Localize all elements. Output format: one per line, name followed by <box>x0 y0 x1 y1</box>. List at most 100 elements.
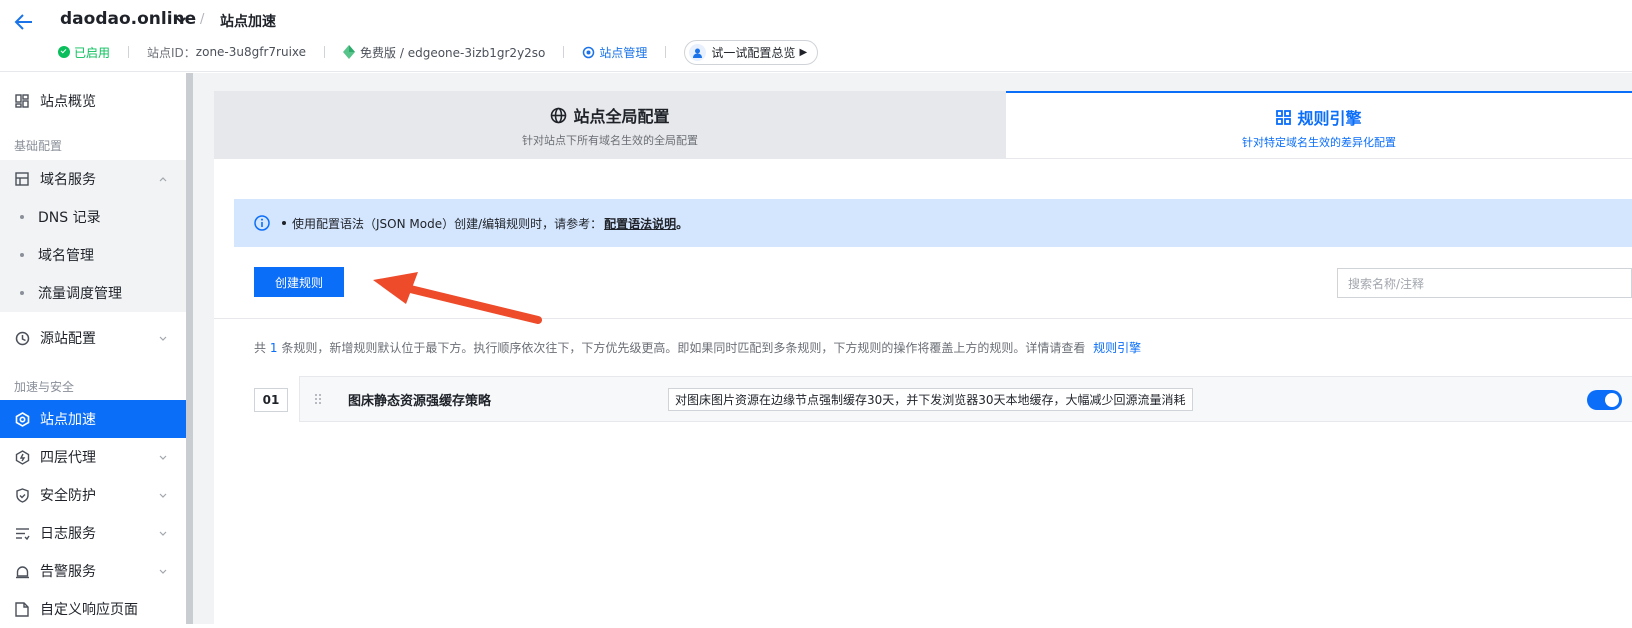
chevron-down-icon <box>159 455 167 460</box>
sidebar-scrollbar[interactable] <box>186 73 193 624</box>
bullet <box>20 215 24 219</box>
sidebar-item-security[interactable]: 安全防护 <box>0 476 188 514</box>
notice-text: 使用配置语法（JSON Mode）创建/编辑规则时，请参考： <box>292 216 603 231</box>
chevron-down-icon[interactable] <box>174 13 188 27</box>
tab-rules-title: 规则引擎 <box>1297 109 1362 128</box>
try-config-overview-button[interactable]: 试一试配置总览 ▶ <box>684 39 819 65</box>
plan-gem-icon <box>343 45 356 59</box>
breadcrumb-current: 站点加速 <box>220 14 276 30</box>
tab-rules-subtitle: 针对特定域名生效的差异化配置 <box>1242 136 1396 149</box>
sidebar-subitem-dns[interactable]: DNS 记录 <box>0 198 188 236</box>
plan-text: 免费版 / edgeone-3izb1gr2y2so <box>360 45 546 60</box>
shield-icon <box>14 487 30 503</box>
sidebar-item-overview[interactable]: 站点概览 <box>0 82 188 120</box>
grid-apps-icon <box>1276 109 1292 125</box>
tab-rule-engine[interactable]: 规则引擎 针对特定域名生效的差异化配置 <box>1006 91 1632 159</box>
tab-global-config[interactable]: 站点全局配置 针对站点下所有域名生效的全局配置 <box>214 91 1006 159</box>
top-bar: daodao.online / 站点加速 已启用 站点ID： zone-3u8g… <box>0 0 1632 72</box>
dashboard-icon <box>14 93 30 109</box>
bullet <box>20 253 24 257</box>
tab-divider <box>214 158 1632 159</box>
divider <box>128 46 130 58</box>
main-card <box>214 91 1632 624</box>
sidebar-item-label: 源站配置 <box>40 331 96 347</box>
sidebar-item-label: 流量调度管理 <box>38 286 122 302</box>
back-arrow-icon[interactable] <box>12 10 36 34</box>
domain-icon <box>14 171 30 187</box>
status-text: 已启用 <box>74 45 111 60</box>
globe-icon <box>551 107 567 123</box>
sidebar-item-label: 四层代理 <box>40 450 96 466</box>
sidebar-item-label: 自定义响应页面 <box>40 602 138 618</box>
tab-title: 规则引擎 <box>1006 105 1632 129</box>
rule-enabled-toggle[interactable] <box>1587 390 1622 410</box>
sidebar-item-origin[interactable]: 源站配置 <box>0 319 188 357</box>
create-rule-button[interactable]: 创建规则 <box>254 267 344 297</box>
chevron-down-icon <box>159 569 167 574</box>
sidebar-item-alerts[interactable]: 告警服务 <box>0 552 188 590</box>
rule-engine-link[interactable]: 规则引擎 <box>1093 341 1141 355</box>
rule-name[interactable]: 图床静态资源强缓存策略 <box>348 390 668 409</box>
play-icon: ▶ <box>799 46 808 58</box>
rule-index: 01 <box>254 388 288 412</box>
rule-description: 对图床图片资源在边缘节点强制缓存30天，并下发浏览器30天本地缓存，大幅减少回源… <box>668 387 1193 411</box>
sidebar-item-l4-proxy[interactable]: 四层代理 <box>0 438 188 476</box>
origin-clock-icon <box>14 330 30 346</box>
acceleration-icon <box>14 411 30 427</box>
sidebar: 站点概览 基础配置 域名服务 DNS 记录 域名管理 流量调度管理 源站配置 加… <box>0 73 188 624</box>
gear-icon <box>583 46 595 58</box>
proxy-bolt-icon <box>14 449 30 465</box>
bullet <box>20 291 24 295</box>
sidebar-item-site-acceleration[interactable]: 站点加速 <box>0 400 188 438</box>
log-list-icon <box>14 525 30 541</box>
tab-global-subtitle: 针对站点下所有域名生效的全局配置 <box>522 134 698 147</box>
divider <box>324 46 326 58</box>
config-syntax-link[interactable]: 配置语法说明 <box>604 215 676 232</box>
page-icon <box>14 601 30 617</box>
group-label-basic: 基础配置 <box>14 139 63 153</box>
sidebar-item-custom-page[interactable]: 自定义响应页面 <box>0 590 188 628</box>
sidebar-item-label: 域名管理 <box>38 248 94 264</box>
check-circle-icon <box>58 46 70 58</box>
site-id-label: 站点ID： <box>147 45 196 60</box>
bullet <box>282 221 286 225</box>
site-management-link[interactable]: 站点管理 <box>582 44 647 61</box>
sidebar-item-logs[interactable]: 日志服务 <box>0 514 188 552</box>
site-id-value: zone-3u8gfr7ruixe <box>195 45 307 59</box>
drag-handle-icon[interactable] <box>314 393 322 405</box>
try-config-label: 试一试配置总览 <box>711 45 796 60</box>
rule-count: 1 <box>269 341 278 355</box>
alarm-bell-icon <box>14 563 30 579</box>
summary-text: 条规则，新增规则默认位于最下方。执行顺序依次往下，下方优先级更高。即如果同时匹配… <box>281 341 1086 355</box>
sidebar-item-label: 域名服务 <box>40 172 96 188</box>
chevron-down-icon <box>159 531 167 536</box>
sidebar-item-label: 站点加速 <box>40 412 96 428</box>
search-input[interactable]: 搜索名称/注释 <box>1337 268 1632 298</box>
group-label-accel: 加速与安全 <box>14 380 75 394</box>
divider <box>665 46 667 58</box>
breadcrumb-separator: / <box>200 12 205 27</box>
notice-end: 。 <box>676 216 689 231</box>
chevron-down-icon <box>159 493 167 498</box>
tab-global-title: 站点全局配置 <box>573 107 670 126</box>
assistant-avatar-icon <box>689 43 707 61</box>
sidebar-item-label: DNS 记录 <box>38 210 101 226</box>
tab-title: 站点全局配置 <box>214 103 1006 127</box>
table-row[interactable]: 图床静态资源强缓存策略 对图床图片资源在边缘节点强制缓存30天，并下发浏览器30… <box>299 376 1632 422</box>
chevron-up-icon <box>159 177 167 182</box>
sidebar-item-label: 日志服务 <box>40 526 96 542</box>
annotation-arrow-icon <box>373 272 542 324</box>
info-icon <box>254 215 270 231</box>
divider <box>563 46 565 58</box>
info-notice: 使用配置语法（JSON Mode）创建/编辑规则时，请参考： 配置语法说明 。 <box>234 199 1632 247</box>
plan-info: 免费版 / edgeone-3izb1gr2y2so <box>343 44 545 61</box>
rules-summary: 共 1 条规则，新增规则默认位于最下方。执行顺序依次往下，下方优先级更高。即如果… <box>254 339 1141 356</box>
sidebar-subitem-domain-management[interactable]: 域名管理 <box>0 236 188 274</box>
chevron-down-icon <box>159 336 167 341</box>
sidebar-subitem-traffic[interactable]: 流量调度管理 <box>0 274 188 312</box>
status-badge: 已启用 <box>58 44 110 61</box>
sidebar-item-label: 告警服务 <box>40 564 96 580</box>
site-meta-bar: 已启用 站点ID： zone-3u8gfr7ruixe 免费版 / edgeon… <box>58 39 819 65</box>
sidebar-item-label: 站点概览 <box>40 94 96 110</box>
sidebar-item-domain-service[interactable]: 域名服务 <box>0 160 188 198</box>
